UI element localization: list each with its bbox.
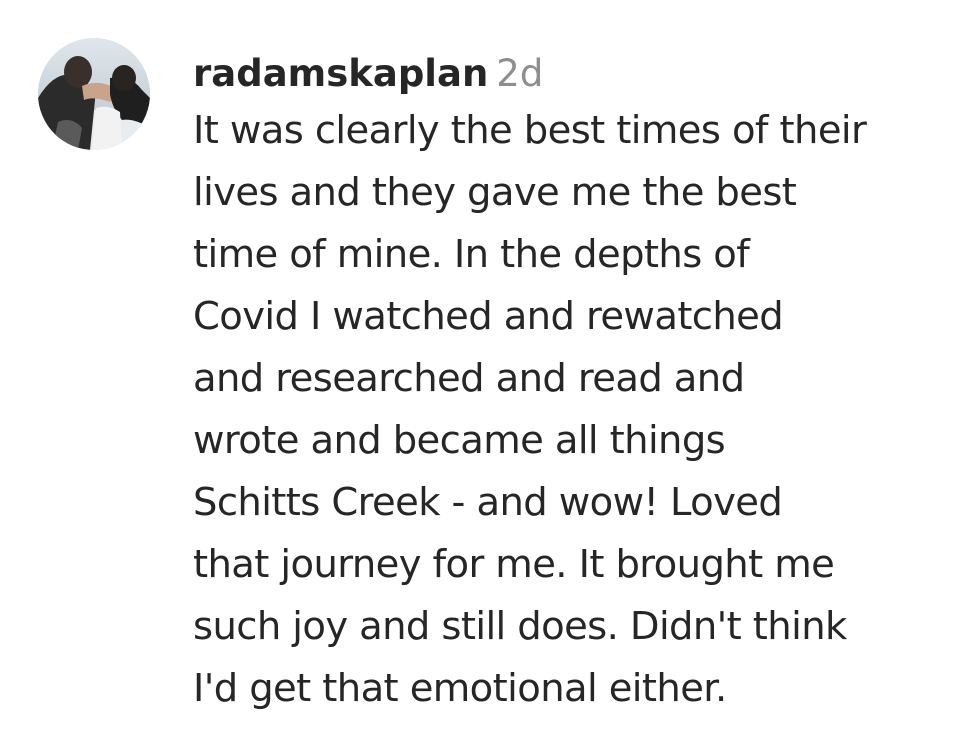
comment-header: radamskaplan 2d (193, 50, 963, 98)
comment-text-line: It was clearly the best times of their (193, 108, 867, 153)
comment-text-line: such joy and still does. Didn't think (193, 604, 847, 649)
comment-item: radamskaplan 2d It was clearly the best t… (0, 0, 980, 752)
comment-text-line: wrote and became all things (193, 418, 726, 463)
comment-text-line: I'd get that emotional either. (193, 666, 727, 711)
comment-text-line: Covid I watched and rewatched (193, 294, 784, 339)
comment-text-line: lives and they gave me the best (193, 170, 797, 215)
comment-text-line: Schitts Creek - and wow! Loved (193, 480, 783, 525)
avatar[interactable] (38, 38, 150, 150)
timestamp-link[interactable]: 2d (496, 52, 543, 95)
comment-text-line: time of mine. In the depths of (193, 232, 750, 277)
user-avatar-photo-icon (38, 38, 150, 150)
comment-text: It was clearly the best times of their l… (193, 100, 963, 720)
comment-content: radamskaplan 2d It was clearly the best t… (193, 50, 963, 720)
username-link[interactable]: radamskaplan (193, 52, 488, 95)
comment-text-line: and researched and read and (193, 356, 745, 401)
comment-text-line: that journey for me. It brought me (193, 542, 835, 587)
